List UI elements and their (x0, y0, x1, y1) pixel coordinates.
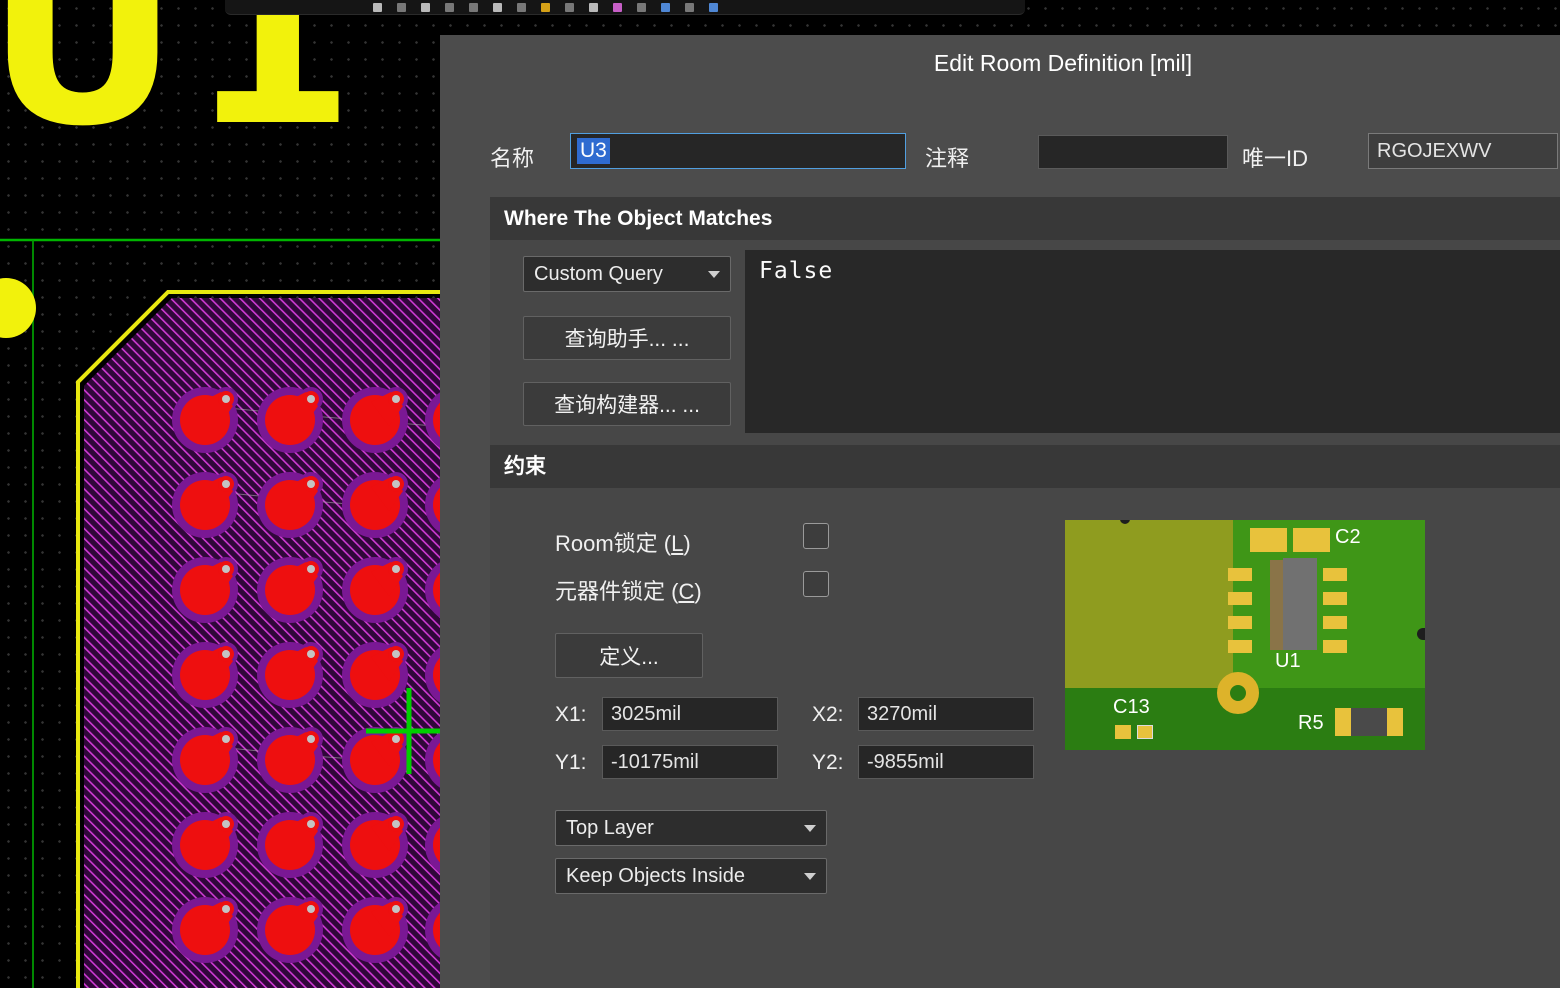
preview-pad (1323, 592, 1347, 605)
x2-label: X2: (812, 703, 844, 727)
containment-dropdown-value: Keep Objects Inside (566, 865, 745, 888)
preview-label-r5: R5 (1298, 712, 1324, 735)
toolbar-icon[interactable] (469, 3, 478, 12)
preview-pad (1323, 568, 1347, 581)
x1-input[interactable] (602, 697, 778, 731)
unique-id-input[interactable] (1368, 133, 1558, 169)
query-type-value: Custom Query (534, 263, 663, 286)
query-builder-button-label: 查询构建器... ... (554, 389, 700, 419)
dialog-title: Edit Room Definition [mil] (440, 50, 1560, 77)
constraints-section-header: 约束 (490, 445, 1560, 488)
query-helper-button[interactable]: 查询助手... ... (523, 316, 731, 360)
preview-pad (1228, 568, 1252, 581)
preview-edge-notch (1417, 628, 1425, 640)
x2-input[interactable] (858, 697, 1034, 731)
query-helper-button-label: 查询助手... ... (565, 323, 690, 353)
preview-donut-pad (1217, 672, 1259, 714)
room-preview: C2 U1 C13 R5 (1065, 520, 1425, 750)
room-lock-label: Room锁定 (L) (555, 526, 691, 558)
preview-pad (1323, 616, 1347, 629)
toolbar-icon[interactable] (541, 3, 550, 12)
match-section-header: Where The Object Matches (490, 197, 1560, 240)
toolbar-icon[interactable] (565, 3, 574, 12)
preview-pad (1228, 616, 1252, 629)
edit-room-definition-dialog: Edit Room Definition [mil] 名称 U3 注释 唯一ID… (440, 35, 1560, 988)
toolbar-icon[interactable] (613, 3, 622, 12)
define-button-label: 定义... (599, 641, 659, 671)
name-input-value: U3 (577, 138, 610, 164)
name-label: 名称 (490, 141, 534, 173)
preview-pad (1323, 640, 1347, 653)
preview-label-u1: U1 (1275, 650, 1301, 673)
toolbar-icon[interactable] (589, 3, 598, 12)
preview-component-c13 (1137, 725, 1153, 739)
query-text: False (759, 258, 833, 284)
toolbar-icon[interactable] (373, 3, 382, 12)
component-lock-checkbox[interactable] (803, 571, 829, 597)
preview-pad (1228, 592, 1252, 605)
toolbar (225, 0, 1025, 15)
component-lock-label: 元器件锁定 (C) (555, 574, 702, 606)
query-builder-button[interactable]: 查询构建器... ... (523, 382, 731, 426)
query-text-area[interactable]: False (745, 250, 1560, 433)
room-lock-label-close: ) (683, 531, 690, 556)
preview-component-r5 (1351, 708, 1387, 736)
define-button[interactable]: 定义... (555, 633, 703, 678)
room-lock-accel-key: L (671, 531, 683, 556)
layer-dropdown-value: Top Layer (566, 817, 654, 840)
containment-dropdown[interactable]: Keep Objects Inside (555, 858, 827, 894)
unique-id-label: 唯一ID (1242, 141, 1308, 173)
chevron-down-icon (804, 873, 816, 880)
component-lock-accel-key: C (678, 579, 694, 604)
room-lock-checkbox[interactable] (803, 523, 829, 549)
y1-label: Y1: (555, 751, 587, 775)
comment-label: 注释 (925, 141, 969, 173)
component-lock-label-text: 元器件锁定 ( (555, 579, 678, 604)
toolbar-icon[interactable] (637, 3, 646, 12)
toolbar-icon[interactable] (661, 3, 670, 12)
preview-component-u1-body (1283, 558, 1317, 650)
toolbar-icon[interactable] (445, 3, 454, 12)
comment-input[interactable] (1038, 135, 1228, 169)
toolbar-icon[interactable] (709, 3, 718, 12)
query-type-dropdown[interactable]: Custom Query (523, 256, 731, 292)
room-lock-label-text: Room锁定 ( (555, 531, 671, 556)
preview-component-c2 (1293, 528, 1330, 552)
preview-component-r5 (1387, 708, 1403, 736)
preview-pad (1228, 640, 1252, 653)
y1-input[interactable] (602, 745, 778, 779)
y2-input[interactable] (858, 745, 1034, 779)
component-lock-label-close: ) (694, 579, 701, 604)
layer-dropdown[interactable]: Top Layer (555, 810, 827, 846)
preview-component-r5 (1335, 708, 1351, 736)
preview-component-c13 (1115, 725, 1131, 739)
toolbar-icon[interactable] (421, 3, 430, 12)
y2-label: Y2: (812, 751, 844, 775)
preview-component-c2 (1250, 528, 1287, 552)
preview-label-c13: C13 (1113, 696, 1150, 719)
chevron-down-icon (708, 271, 720, 278)
pcb-pad-yellow (0, 278, 36, 338)
chevron-down-icon (804, 825, 816, 832)
preview-label-c2: C2 (1335, 526, 1361, 549)
x1-label: X1: (555, 703, 587, 727)
toolbar-icon[interactable] (517, 3, 526, 12)
silkscreen-designator: U1 (0, 0, 365, 160)
toolbar-icon[interactable] (493, 3, 502, 12)
name-input[interactable]: U3 (570, 133, 906, 169)
toolbar-icon[interactable] (685, 3, 694, 12)
preview-room-overlay (1065, 520, 1233, 688)
toolbar-icon[interactable] (397, 3, 406, 12)
